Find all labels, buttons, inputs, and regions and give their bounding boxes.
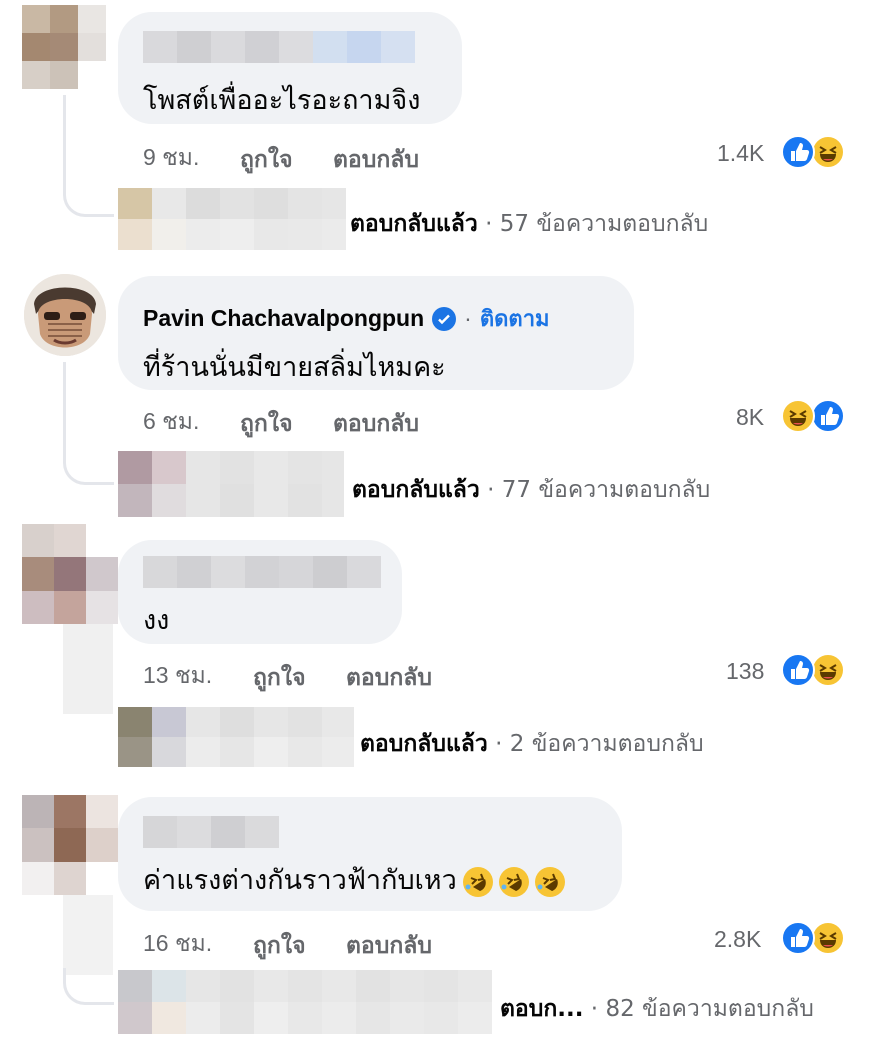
reply-button[interactable]: ตอบกลับ bbox=[333, 142, 419, 178]
reaction-count[interactable]: 8K bbox=[736, 404, 764, 431]
replies-count: 77 ข้อความตอบกลับ bbox=[501, 477, 711, 503]
verified-badge-icon bbox=[432, 306, 457, 331]
comment-text: ค่าแรงต่างกันราวฟ้ากับเหว bbox=[143, 858, 565, 901]
view-replies-link[interactable]: ตอบกลับแล้ว · 2 ข้อความตอบกลับ bbox=[360, 726, 704, 762]
rofl-emoji bbox=[534, 866, 565, 897]
replies-count: 2 ข้อความตอบกลับ bbox=[509, 731, 704, 757]
rofl-emoji bbox=[498, 866, 529, 897]
comment-time[interactable]: 6 ชม. bbox=[143, 404, 199, 440]
author-name[interactable]: Pavin Chachavalpongpun · ติดตาม bbox=[143, 301, 550, 336]
replied-label: ตอบก... bbox=[500, 996, 584, 1022]
reply-button[interactable]: ตอบกลับ bbox=[346, 928, 432, 964]
haha-icon bbox=[811, 653, 845, 687]
reaction-count[interactable]: 138 bbox=[726, 658, 764, 685]
replier-avatar-redacted[interactable] bbox=[118, 707, 354, 767]
haha-icon bbox=[811, 921, 845, 955]
author-name-redacted[interactable] bbox=[143, 816, 279, 848]
like-button[interactable]: ถูกใจ bbox=[240, 406, 293, 442]
reply-connector bbox=[63, 428, 114, 485]
comment-text: ที่ร้านนั่นมีขายสลิ่มไหมคะ bbox=[143, 352, 446, 383]
replied-label: ตอบกลับแล้ว bbox=[350, 211, 478, 237]
thread-line bbox=[63, 624, 113, 714]
reply-connector bbox=[63, 160, 114, 217]
replier-avatar-redacted[interactable] bbox=[118, 188, 346, 250]
commenter-avatar[interactable] bbox=[22, 524, 118, 624]
author-name-text: Pavin Chachavalpongpun bbox=[143, 305, 425, 331]
comment-time[interactable]: 13 ชม. bbox=[143, 658, 212, 694]
comment-time[interactable]: 9 ชม. bbox=[143, 140, 199, 176]
commenter-avatar[interactable] bbox=[22, 5, 106, 89]
commenter-avatar[interactable] bbox=[24, 274, 106, 356]
reaction-count[interactable]: 1.4K bbox=[717, 140, 764, 167]
replier-avatar-redacted[interactable] bbox=[118, 451, 344, 517]
comment-time[interactable]: 16 ชม. bbox=[143, 926, 212, 962]
author-name-redacted[interactable] bbox=[143, 556, 381, 588]
reaction-count[interactable]: 2.8K bbox=[714, 926, 761, 953]
like-icon bbox=[781, 135, 815, 169]
follow-button[interactable]: ติดตาม bbox=[480, 301, 550, 336]
replied-label: ตอบกลับแล้ว bbox=[352, 477, 480, 503]
view-replies-link[interactable]: ตอบกลับแล้ว · 77 ข้อความตอบกลับ bbox=[352, 472, 710, 508]
commenter-avatar[interactable] bbox=[22, 795, 118, 895]
like-icon bbox=[781, 921, 815, 955]
replies-count: 82 ข้อความตอบกลับ bbox=[605, 996, 814, 1022]
like-button[interactable]: ถูกใจ bbox=[253, 660, 306, 696]
view-replies-link[interactable]: ตอบก... · 82 ข้อความตอบกลับ bbox=[500, 991, 814, 1027]
reply-button[interactable]: ตอบกลับ bbox=[333, 406, 419, 442]
replier-avatar-redacted[interactable] bbox=[118, 970, 492, 1034]
haha-icon bbox=[811, 135, 845, 169]
view-replies-link[interactable]: ตอบกลับแล้ว · 57 ข้อความตอบกลับ bbox=[350, 206, 708, 242]
rofl-emoji bbox=[462, 866, 493, 897]
thread-line bbox=[63, 895, 113, 975]
reply-connector bbox=[63, 968, 114, 1005]
like-icon bbox=[811, 399, 845, 433]
comment-text: งง bbox=[143, 605, 170, 636]
comment-text: โพสต์เพื่ออะไรอะถามจิง bbox=[143, 85, 421, 116]
like-icon bbox=[781, 653, 815, 687]
like-button[interactable]: ถูกใจ bbox=[253, 928, 306, 964]
replies-count: 57 ข้อความตอบกลับ bbox=[499, 211, 709, 237]
replied-label: ตอบกลับแล้ว bbox=[360, 731, 488, 757]
like-button[interactable]: ถูกใจ bbox=[240, 142, 293, 178]
haha-icon bbox=[781, 399, 815, 433]
author-name-redacted[interactable] bbox=[143, 31, 415, 63]
reply-button[interactable]: ตอบกลับ bbox=[346, 660, 432, 696]
comment-text-body: ค่าแรงต่างกันราวฟ้ากับเหว bbox=[143, 865, 457, 896]
